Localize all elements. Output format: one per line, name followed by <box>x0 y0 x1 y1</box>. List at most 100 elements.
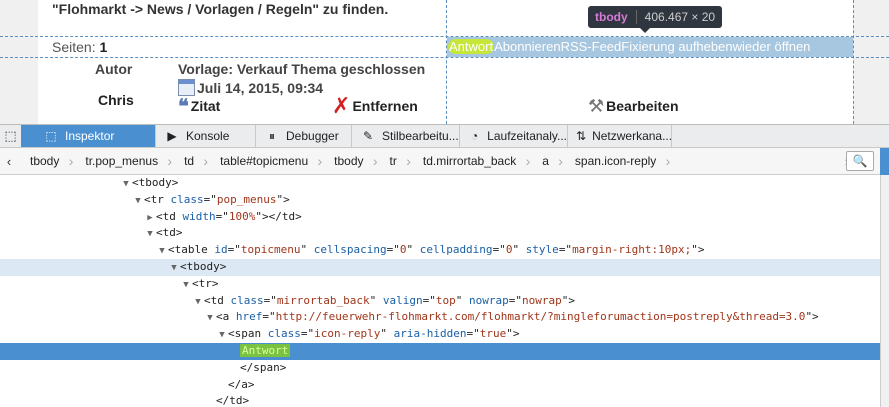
breadcrumb-item[interactable]: a <box>530 148 563 175</box>
markup-node[interactable]: ▼ <table id="topicmenu" cellspacing="0" c… <box>0 242 880 259</box>
author-name[interactable]: Chris <box>98 92 134 108</box>
markup-node[interactable]: ▼ <span class="icon-reply" aria-hidden="t… <box>0 326 880 343</box>
markup-node-text: <td class="mirrortab_back" valign="top" … <box>204 293 575 307</box>
markup-node-text: <tbody> <box>132 176 179 189</box>
remove-button[interactable]: ✗ Entfernen <box>332 93 418 118</box>
markup-node-text: <a href="http://feuerwehr-flohmarkt.com/… <box>216 310 819 324</box>
devtools-tabs: ⬚ Inspektor ▶ Konsole ⏸ Debugger ✎ Stilbearbeit… <box>21 125 672 147</box>
page-right-margin <box>853 0 889 124</box>
devtools-side-tab[interactable] <box>880 148 889 175</box>
pages-label: Seiten: <box>52 39 96 55</box>
markup-node[interactable]: ▼ <td> <box>0 225 880 242</box>
topic-menu: AntwortAbonnierenRSS-FeedFixierung aufhe… <box>448 39 810 54</box>
web-page-viewport: "Flohmarkt -> News / Vorlagen / Regeln" … <box>0 0 889 124</box>
breadcrumb-item[interactable]: tbody <box>18 148 74 175</box>
breadcrumb-item[interactable]: td <box>172 148 208 175</box>
highlighter-guide-bottom <box>0 57 889 58</box>
subscribe-link[interactable]: Abonnieren <box>494 39 561 54</box>
markup-node-text: Antwort <box>240 344 291 357</box>
collapse-arrow-icon[interactable]: ▼ <box>216 327 228 344</box>
edit-button[interactable]: ⚒ Bearbeiten <box>588 96 679 116</box>
post-title: Vorlage: Verkauf Thema geschlossen <box>178 61 426 77</box>
markup-node[interactable]: </span> <box>0 360 880 377</box>
markup-node[interactable]: ▼ <tbody> <box>0 175 880 192</box>
unpin-link[interactable]: Fixierung aufheben <box>621 39 732 54</box>
tab-debugger[interactable]: ⏸ Debugger <box>256 125 352 147</box>
markup-node[interactable]: </a> <box>0 377 880 394</box>
rules-side-panel[interactable] <box>880 175 889 407</box>
markup-node[interactable]: Antwort <box>0 343 880 360</box>
tab-konsole[interactable]: ▶ Konsole <box>156 125 256 147</box>
highlighter-guide-left <box>446 0 447 124</box>
markup-node[interactable]: ▼ <tbody> <box>0 259 880 276</box>
tab-label: Netzwerkana... <box>592 129 672 143</box>
markup-node[interactable]: ▼ <a href="http://feuerwehr-flohmarkt.com… <box>0 309 880 326</box>
markup-node-text: <tr> <box>192 276 219 290</box>
collapse-arrow-icon[interactable]: ▼ <box>144 226 156 243</box>
pagination: Seiten: 1 <box>52 39 107 55</box>
reopen-link[interactable]: wieder öffnen <box>733 39 811 54</box>
quote-button[interactable]: ❝ Zitat <box>178 94 221 118</box>
breadcrumb-back-arrow-icon[interactable]: ‹ <box>0 154 18 169</box>
collapse-arrow-icon[interactable]: ▼ <box>132 193 144 210</box>
breadcrumb-item[interactable]: span.icon-reply <box>563 148 671 175</box>
debugger-icon: ⏸ <box>268 128 275 143</box>
markup-node-text: <td width="100%"></td> <box>156 209 302 223</box>
markup-tree[interactable]: ▼ <tbody> ▼ <tr class="pop_menus"> ▶ <td widt… <box>0 175 880 407</box>
markup-node-text: <table id="topicmenu" cellspacing="0" ce… <box>168 243 705 257</box>
tab-label: Inspektor <box>65 129 115 143</box>
author-column-header: Autor <box>95 61 133 77</box>
style-editor-icon: ✎ <box>362 129 374 143</box>
network-icon: ⇅ <box>576 129 587 143</box>
devtools-toolbar: ⬚ ⬚ Inspektor ▶ Konsole ⏸ Debugger ✎ Stilbearbe… <box>0 124 889 148</box>
collapse-arrow-icon[interactable]: ▼ <box>180 277 192 294</box>
tooltip-tag: tbody <box>595 10 637 24</box>
element-picker-icon[interactable]: ⬚ <box>0 125 21 147</box>
delete-x-icon: ✗ <box>332 93 351 118</box>
breadcrumb-list: tbodytr.pop_menustdtable#topicmenutbodyt… <box>18 148 838 175</box>
reply-link[interactable]: Antwort <box>448 39 495 54</box>
console-icon: ▶ <box>167 129 177 143</box>
markup-node-text: <tbody> <box>180 260 227 273</box>
collapse-arrow-icon[interactable]: ▼ <box>120 176 132 193</box>
markup-node-text: <tr class="pop_menus"> <box>144 192 290 206</box>
page-number[interactable]: 1 <box>99 39 107 55</box>
tooltip-dimensions: 406.467 × 20 <box>644 10 716 24</box>
breadcrumb-item[interactable]: tr.pop_menus <box>73 148 172 175</box>
expand-arrow-icon[interactable]: ▶ <box>144 210 156 227</box>
breadcrumb-item[interactable]: table#topicmenu <box>208 148 322 175</box>
rss-feed-link[interactable]: RSS-Feed <box>561 39 622 54</box>
breadcrumb-item[interactable]: tr <box>378 148 412 175</box>
performance-icon: ◔ <box>470 129 479 143</box>
post-date-text: Juli 14, 2015, 09:34 <box>197 79 324 96</box>
markup-node-text: <td> <box>156 226 183 240</box>
markup-node[interactable]: ▶ <td width="100%"></td> <box>0 209 880 226</box>
tab-netzwerkana[interactable]: ⇅ Netzwerkana... <box>568 125 672 147</box>
collapse-arrow-icon[interactable]: ▼ <box>204 310 216 327</box>
tools-icon: ⚒ <box>588 96 605 116</box>
quote-label: Zitat <box>190 98 221 114</box>
post-date: Juli 14, 2015, 09:34 <box>178 79 323 96</box>
markup-node[interactable]: </td> <box>0 393 880 407</box>
tab-label: Laufzeitanaly... <box>487 129 567 143</box>
collapse-arrow-icon[interactable]: ▼ <box>192 294 204 311</box>
edit-label: Bearbeiten <box>606 98 679 114</box>
tab-laufzeitanaly[interactable]: ◔ Laufzeitanaly... <box>460 125 568 147</box>
quote-icon: ❝ <box>178 94 189 118</box>
tab-inspektor[interactable]: ⬚ Inspektor <box>21 125 156 147</box>
tab-stilbearbeitu[interactable]: ✎ Stilbearbeitu... <box>352 125 460 147</box>
remove-label: Entfernen <box>352 98 418 114</box>
collapse-arrow-icon[interactable]: ▼ <box>156 243 168 260</box>
markup-node[interactable]: ▼ <tr> <box>0 276 880 293</box>
tab-label: Stilbearbeitu... <box>382 129 459 143</box>
tab-label: Debugger <box>286 129 339 143</box>
search-icon[interactable]: 🔍 <box>846 151 874 171</box>
highlighter-tooltip: tbody 406.467 × 20 <box>588 6 723 33</box>
breadcrumb-item[interactable]: tbody <box>322 148 378 175</box>
tab-label: Konsole <box>186 129 230 143</box>
breadcrumb-item[interactable]: td.mirrortab_back <box>411 148 531 175</box>
markup-node[interactable]: ▼ <td class="mirrortab_back" valign="top"… <box>0 293 880 310</box>
markup-node-text: </td> <box>216 394 250 407</box>
collapse-arrow-icon[interactable]: ▼ <box>168 260 180 277</box>
markup-node[interactable]: ▼ <tr class="pop_menus"> <box>0 192 880 209</box>
